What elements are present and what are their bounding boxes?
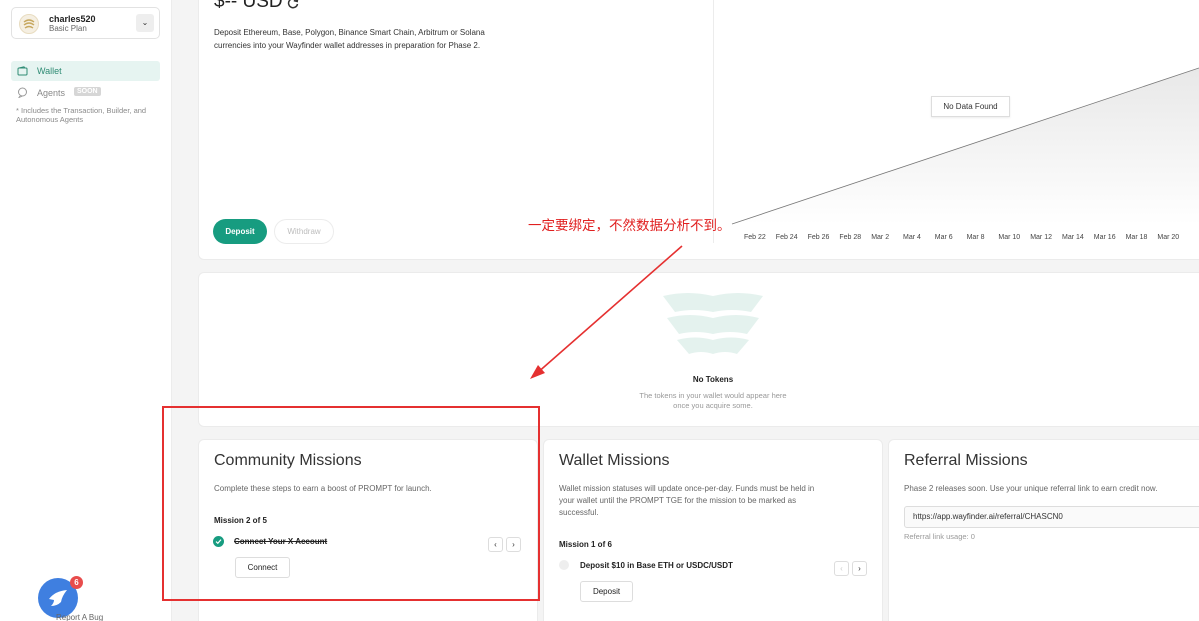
balance-chart (731, 67, 1199, 225)
x-tick-label: Mar 10 (998, 234, 1021, 241)
deposit-button[interactable]: Deposit (213, 219, 267, 244)
x-tick-label: Feb 28 (839, 234, 862, 241)
user-name: charles520 (49, 14, 96, 24)
chevron-down-icon[interactable]: ⌄ (136, 14, 154, 32)
user-menu[interactable]: charles520 Basic Plan ⌄ (11, 7, 160, 39)
x-tick-label: Mar 6 (934, 234, 953, 241)
chat-bubble-icon (18, 87, 27, 98)
wallet-missions-description: Wallet mission statuses will update once… (559, 484, 815, 517)
wallet-prev-button[interactable]: ‹ (834, 561, 849, 576)
x-tick-label: Mar 16 (1093, 234, 1116, 241)
x-tick-label: Mar 4 (903, 234, 921, 241)
soon-badge: SOON (74, 87, 101, 96)
sidebar-item-wallet[interactable]: Wallet (11, 61, 160, 81)
x-tick-label: Mar 12 (1030, 234, 1052, 241)
agents-note: * Includes the Transaction, Builder, and… (16, 106, 147, 124)
user-logo-icon (23, 19, 35, 29)
x-tick-label: Mar 18 (1125, 234, 1148, 241)
wallet-next-button[interactable]: › (852, 561, 867, 576)
x-tick-label: Mar 20 (1157, 234, 1180, 241)
x-tick-label: Mar 8 (966, 234, 985, 241)
sidebar-item-label: Wallet (37, 66, 62, 76)
wayfinder-logo-icon (663, 293, 763, 354)
no-data-label: No Data Found (931, 96, 1010, 117)
x-tick-label: Feb 22 (744, 234, 766, 241)
x-tick-label: Feb 24 (775, 234, 798, 241)
wallet-mission-item: Deposit $10 in Base ETH or USDC/USDT (580, 561, 733, 570)
wallet-balance: $-- USD (214, 0, 283, 12)
annotation-box (162, 406, 540, 601)
refresh-icon[interactable] (286, 0, 300, 10)
mission-deposit-button[interactable]: Deposit (580, 581, 633, 602)
sidebar-item-label: Agents (37, 88, 66, 98)
no-tokens-description: The tokens in your wallet would appear h… (639, 391, 787, 410)
wallet-icon (17, 66, 28, 76)
notification-badge: 6 (70, 576, 83, 589)
referral-link-field[interactable]: https://app.wayfinder.ai/referral/CHASCN… (904, 506, 1199, 528)
x-tick-label: Mar 14 (1062, 234, 1084, 241)
wallet-mission-count: Mission 1 of 6 (559, 540, 612, 549)
annotation-text: 一定要绑定，不然数据分析不到。 (528, 218, 731, 233)
withdraw-button[interactable]: Withdraw (274, 219, 334, 244)
wallet-description: Deposit Ethereum, Base, Polygon, Binance… (214, 28, 485, 50)
x-tick-label: Feb 26 (807, 234, 830, 241)
sidebar: charles520 Basic Plan ⌄ Wallet Agents SO… (0, 0, 172, 621)
avatar (19, 14, 39, 34)
pending-circle-icon (559, 560, 569, 570)
wallet-missions-title: Wallet Missions (559, 452, 670, 469)
referral-usage: Referral link usage: 0 (904, 532, 975, 541)
report-bug-link[interactable]: Report A Bug (56, 613, 103, 621)
sidebar-item-agents[interactable]: Agents SOON (11, 82, 160, 102)
referral-missions-title: Referral Missions (904, 452, 1028, 469)
referral-missions-description: Phase 2 releases soon. Use your unique r… (904, 484, 1158, 493)
no-tokens-title: No Tokens (692, 375, 734, 384)
x-tick-label: Mar 2 (871, 234, 890, 241)
user-plan: Basic Plan (49, 24, 87, 33)
bird-icon (49, 590, 67, 606)
